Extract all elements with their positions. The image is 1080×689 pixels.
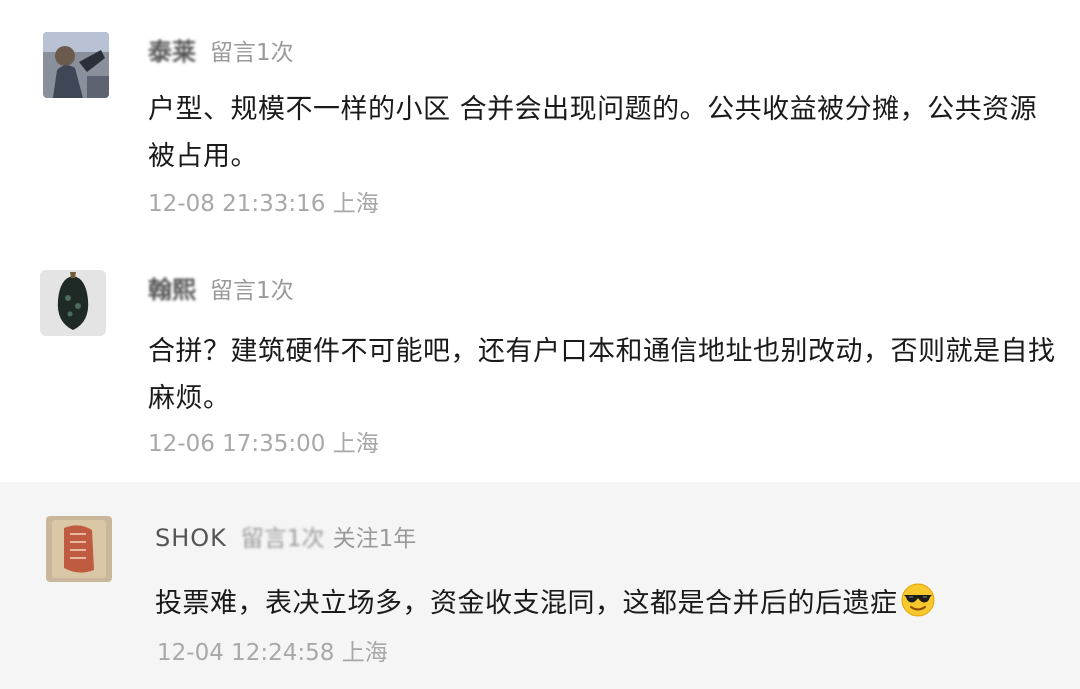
comment-count: 留言1次: [240, 526, 325, 552]
avatar[interactable]: [40, 270, 106, 336]
username[interactable]: SHOK: [155, 524, 227, 552]
comment-count: 留言1次: [210, 278, 294, 304]
comment-text: 投票难，表决立场多，资金收支混同，这都是合并后的后遗症: [155, 580, 1055, 627]
username[interactable]: 泰莱: [148, 38, 196, 66]
comment-meta: 泰莱 留言1次: [148, 36, 294, 69]
comment-item: 翰熙 留言1次 合拼？建筑硬件不可能吧，还有户口本和通信地址也别改动，否则就是自找…: [0, 240, 1080, 480]
username[interactable]: 翰熙: [148, 276, 196, 304]
avatar-image: [46, 516, 112, 582]
comment-text: 合拼？建筑硬件不可能吧，还有户口本和通信地址也别改动，否则就是自找麻烦。: [148, 336, 1056, 414]
comment-time: 12-04 12:24:58 上海: [157, 640, 388, 666]
comment-count: 留言1次: [210, 40, 294, 66]
avatar[interactable]: [43, 32, 109, 98]
comment-meta: SHOK 留言1次 关注1年: [155, 522, 416, 555]
avatar-image: [40, 270, 106, 336]
comment-item-highlighted: SHOK 留言1次 关注1年 投票难，表决立场多，资金收支混同，这都是合并后的后遗症…: [0, 482, 1080, 689]
comment-item: 泰莱 留言1次 户型、规模不一样的小区 合并会出现问题的。公共收益被分摊，公共资源…: [0, 0, 1080, 240]
comment-text: 户型、规模不一样的小区 合并会出现问题的。公共收益被分摊，公共资源被占用。: [148, 94, 1038, 172]
comment-meta: 翰熙 留言1次: [148, 274, 294, 307]
cool-sunglasses-emoji-icon: [901, 583, 934, 617]
comment-text-body: 投票难，表决立场多，资金收支混同，这都是合并后的后遗症: [155, 588, 898, 619]
avatar[interactable]: [46, 516, 112, 582]
comment-time: 12-08 21:33:16 上海: [148, 191, 379, 217]
avatar-image: [43, 32, 109, 98]
comment-time: 12-06 17:35:00 上海: [148, 431, 379, 457]
follow-duration: 关注1年: [332, 526, 417, 552]
